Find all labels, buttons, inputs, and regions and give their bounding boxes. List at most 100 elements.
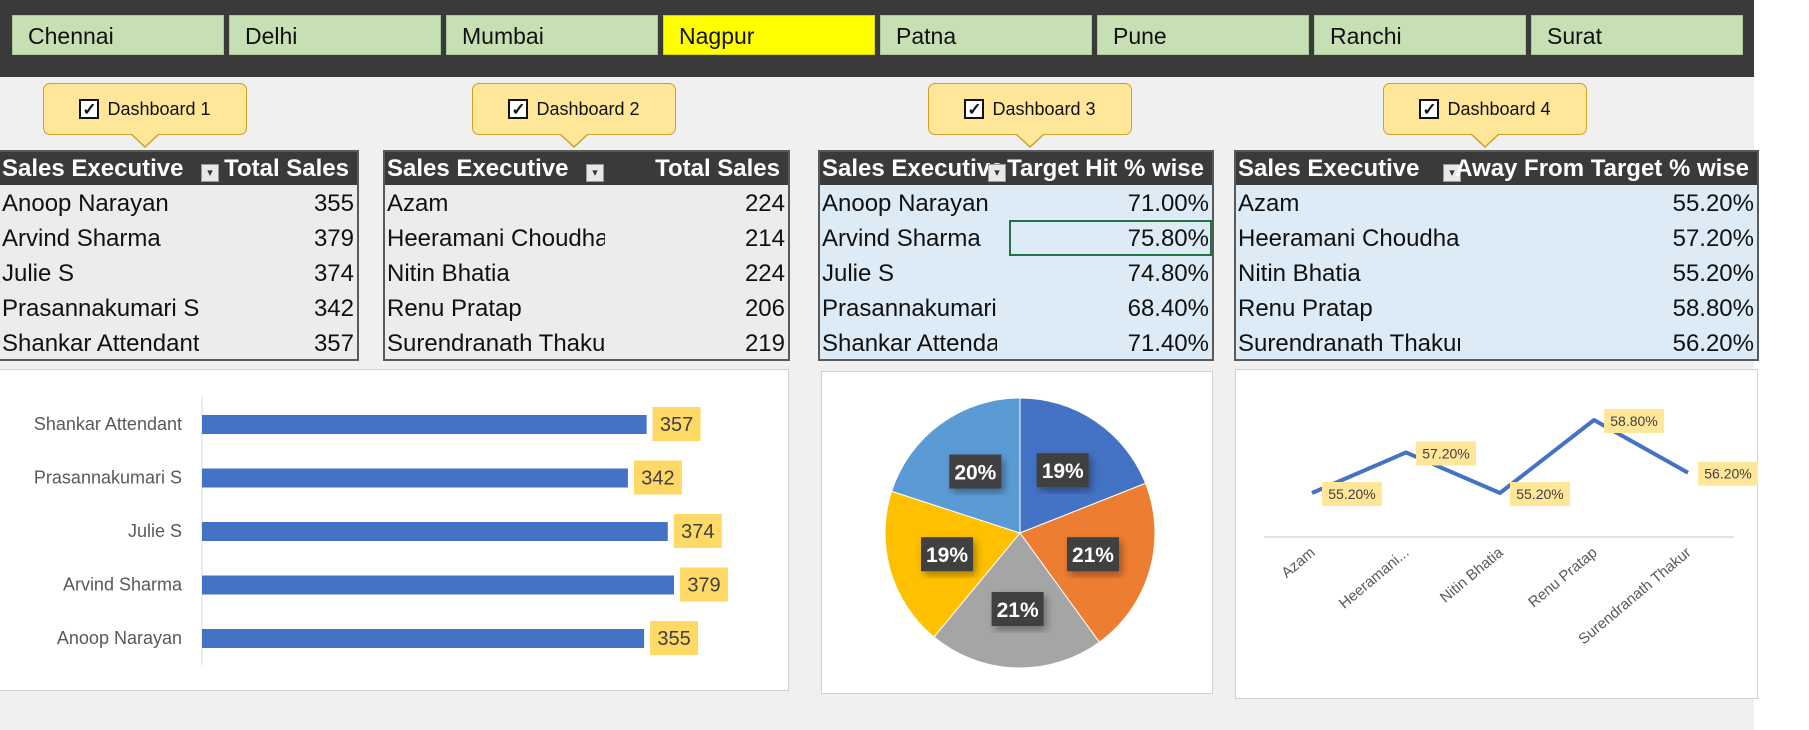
bar: [202, 468, 628, 488]
city-button-pune[interactable]: Pune: [1097, 15, 1309, 55]
column-header-total-sales[interactable]: Total Sales: [655, 155, 780, 183]
pie-data-label: 19%: [926, 544, 968, 567]
table-header: Sales Executive ▾ Total Sales: [385, 152, 788, 185]
table-row[interactable]: Julie S 374: [0, 255, 357, 290]
line-data-label: 55.20%: [1516, 486, 1563, 502]
cell-value: 56.20%: [1672, 330, 1754, 357]
column-header-target-hit[interactable]: Target Hit % wise: [1007, 155, 1204, 183]
cell-value: 224: [744, 260, 785, 287]
cell-value: 55.20%: [1672, 260, 1754, 287]
cell-value: 342: [313, 295, 354, 322]
table-row[interactable]: Anoop Narayan 355: [0, 185, 357, 220]
table-row[interactable]: Azam 224: [385, 185, 788, 220]
city-button-ranchi[interactable]: Ranchi: [1314, 15, 1526, 55]
cell-name: Nitin Bhatia: [387, 260, 510, 287]
table-row[interactable]: Anoop Narayan 71.00%: [820, 185, 1212, 220]
filter-dropdown-icon[interactable]: ▾: [988, 164, 1006, 182]
pie-chart-svg: 19% 21% 21% 19% 20%: [884, 397, 1156, 669]
table-row[interactable]: Heeramani Choudhary 57.20%: [1236, 220, 1757, 255]
dashboard-1-toggle[interactable]: ✓ Dashboard 1: [43, 83, 247, 148]
cell-value: 219: [744, 330, 785, 357]
bar-chart-total-sales[interactable]: Shankar Attendant 357 Prasannakumari S 342 J…: [0, 369, 789, 691]
checkbox-checked-icon[interactable]: ✓: [1419, 99, 1440, 119]
line-chart-away-from-target[interactable]: 55.20% 57.20% 55.20% 58.80% 56.20% Azam Heeram…: [1235, 369, 1758, 699]
cell-value: 74.80%: [1127, 260, 1209, 287]
bar: [202, 415, 647, 434]
pie-data-label: 20%: [954, 462, 996, 485]
table-row[interactable]: Julie S 74.80%: [820, 255, 1212, 290]
bar-category-label: Prasannakumari S: [34, 468, 182, 488]
pivot-table-away-from-target: Sales Executive ▾ Away From Target % wis…: [1234, 150, 1759, 361]
table-row[interactable]: Azam 55.20%: [1236, 185, 1757, 220]
selected-cell[interactable]: [1009, 220, 1212, 256]
checkbox-checked-icon[interactable]: ✓: [508, 99, 529, 119]
cell-name: Renu Pratap: [387, 295, 522, 322]
cell-value: 68.40%: [1127, 295, 1209, 322]
table-row[interactable]: Renu Pratap 206: [385, 290, 788, 325]
cell-value: 379: [313, 225, 354, 252]
bar-data-label: 374: [681, 521, 714, 543]
line-category-label: Renu Pratap: [1525, 544, 1600, 611]
cell-name: Surendranath Thakur: [387, 330, 605, 357]
city-button-surat[interactable]: Surat: [1531, 15, 1743, 55]
city-button-chennai[interactable]: Chennai: [12, 15, 224, 55]
city-button-patna[interactable]: Patna: [880, 15, 1092, 55]
line-chart-svg: 55.20% 57.20% 55.20% 58.80% 56.20% Azam Heeram…: [1264, 409, 1758, 648]
cell-name: Julie S: [2, 260, 75, 287]
pivot-table-total-sales-2: Sales Executive ▾ Total Sales Azam 224 He…: [383, 150, 790, 361]
bar-chart-svg: Shankar Attendant 357 Prasannakumari S 342 J…: [34, 397, 728, 665]
column-header-total-sales[interactable]: Total Sales: [224, 155, 349, 183]
city-button-delhi[interactable]: Delhi: [229, 15, 441, 55]
bar-category-label: Shankar Attendant: [34, 414, 182, 434]
city-button-nagpur[interactable]: Nagpur: [663, 15, 875, 55]
filter-dropdown-icon[interactable]: ▾: [586, 164, 604, 182]
pie-chart-target-hit[interactable]: 19% 21% 21% 19% 20%: [821, 371, 1213, 694]
cell-value: 355: [313, 190, 354, 217]
column-header-away-from-target[interactable]: Away From Target % wise: [1455, 155, 1749, 183]
cell-name: Julie S: [822, 260, 895, 287]
line-category-label: Azam: [1278, 544, 1318, 582]
dashboard-3-toggle[interactable]: ✓ Dashboard 3: [928, 83, 1132, 148]
cell-value: 58.80%: [1672, 295, 1754, 322]
dashboard-3-label: Dashboard 3: [992, 98, 1096, 119]
column-header-sales-executive[interactable]: Sales Executive: [2, 155, 183, 183]
line-data-label: 56.20%: [1704, 466, 1751, 482]
city-button-mumbai[interactable]: Mumbai: [446, 15, 658, 55]
line-category-label: Nitin Bhatia: [1437, 544, 1507, 607]
checkbox-checked-icon[interactable]: ✓: [79, 99, 100, 119]
pivot-table-total-sales-1: Sales Executive ▾ Total Sales Anoop Nara…: [0, 150, 359, 361]
checkbox-checked-icon[interactable]: ✓: [964, 99, 985, 119]
table-row[interactable]: Nitin Bhatia 224: [385, 255, 788, 290]
column-header-sales-executive[interactable]: Sales Executive: [1238, 155, 1419, 183]
table-row[interactable]: Shankar Attendant 357: [0, 325, 357, 359]
column-header-sales-executive[interactable]: Sales Executive: [387, 155, 568, 183]
table-row[interactable]: Renu Pratap 58.80%: [1236, 290, 1757, 325]
bar-data-label: 342: [641, 468, 674, 490]
cell-value: 71.40%: [1127, 330, 1209, 357]
dashboard-2-toggle[interactable]: ✓ Dashboard 2: [472, 83, 676, 148]
table-row[interactable]: Surendranath Thakur 219: [385, 325, 788, 359]
table-row[interactable]: Prasannakumari S 68.40%: [820, 290, 1212, 325]
table-row[interactable]: Heeramani Choudhary 214: [385, 220, 788, 255]
filter-dropdown-icon[interactable]: ▾: [201, 164, 219, 182]
cell-value: 57.20%: [1672, 225, 1754, 252]
table-row[interactable]: Shankar Attendant 71.40%: [820, 325, 1212, 359]
city-slicer-bar: Chennai Delhi Mumbai Nagpur Patna Pune R…: [0, 0, 1754, 77]
table-row[interactable]: Prasannakumari S 342: [0, 290, 357, 325]
cell-value: 206: [744, 295, 785, 322]
cell-name: Heeramani Choudhary: [1238, 225, 1460, 252]
table-row[interactable]: Nitin Bhatia 55.20%: [1236, 255, 1757, 290]
cell-name: Surendranath Thakur: [1238, 330, 1460, 357]
dashboard-2-label: Dashboard 2: [536, 98, 640, 119]
bar-category-label: Julie S: [128, 521, 182, 541]
cell-name: Arvind Sharma: [822, 225, 981, 252]
table-row[interactable]: Surendranath Thakur 56.20%: [1236, 325, 1757, 359]
dashboard-4-toggle[interactable]: ✓ Dashboard 4: [1383, 83, 1587, 148]
bar-category-label: Arvind Sharma: [63, 575, 183, 595]
table-row[interactable]: Arvind Sharma 379: [0, 220, 357, 255]
column-header-sales-executive[interactable]: Sales Executive: [822, 155, 1003, 183]
line-data-label: 55.20%: [1328, 486, 1375, 502]
dashboard-1-label: Dashboard 1: [107, 98, 211, 119]
cell-value: 214: [744, 225, 785, 252]
bar-data-label: 357: [660, 414, 693, 436]
